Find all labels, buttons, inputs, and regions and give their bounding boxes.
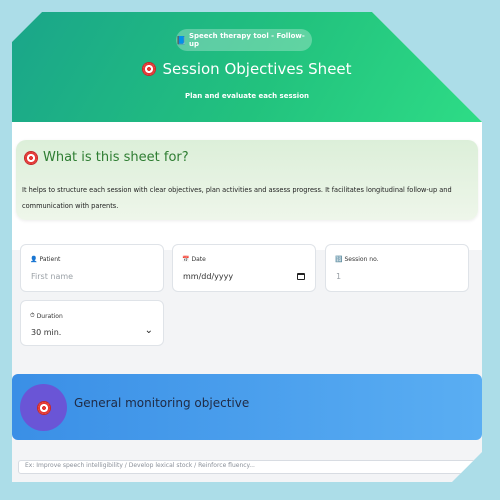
session-field[interactable]: 🔢 Session no. 1: [325, 244, 469, 292]
calendar-icon: 📅: [182, 256, 190, 263]
info-box: What is this sheet for? It helps to stru…: [16, 140, 478, 220]
target-icon: [36, 400, 51, 415]
duration-field[interactable]: ⏱ Duration 30 min. ⌄: [20, 300, 164, 346]
date-label: 📅 Date: [182, 256, 206, 263]
info-title-text: What is this sheet for?: [43, 150, 189, 165]
info-title: What is this sheet for?: [24, 150, 189, 165]
session-input[interactable]: 1: [336, 272, 341, 281]
session-label: 🔢 Session no.: [335, 256, 379, 263]
target-icon: [142, 62, 157, 76]
date-field[interactable]: 📅 Date mm/dd/yyyy: [172, 244, 316, 292]
target-icon: [24, 150, 38, 165]
duration-select[interactable]: 30 min.: [31, 328, 61, 337]
book-icon: 📘: [176, 35, 186, 45]
grid-icon: 🔢: [335, 256, 343, 263]
date-input[interactable]: mm/dd/yyyy: [183, 272, 233, 281]
session-label-text: Session no.: [344, 256, 379, 263]
patient-label-text: Patient: [39, 256, 61, 263]
duration-label: ⏱ Duration: [30, 312, 63, 320]
info-description: It helps to structure each session with …: [22, 186, 452, 210]
patient-field[interactable]: 👤 Patient First name: [20, 244, 164, 292]
objective-icon-badge: [20, 384, 67, 431]
tool-badge: 📘 Speech therapy tool - Follow-up: [176, 29, 312, 51]
duration-label-text: Duration: [36, 312, 63, 320]
tool-badge-label: Speech therapy tool - Follow-up: [188, 32, 305, 48]
page-title-text: Session Objectives Sheet: [162, 60, 352, 78]
clock-icon: ⏱: [30, 312, 35, 319]
date-label-text: Date: [191, 256, 206, 263]
objective-textarea[interactable]: Ex: Improve speech intelligibility / Dev…: [18, 460, 480, 474]
page-subtitle: Plan and evaluate each session: [185, 92, 309, 100]
patient-input[interactable]: First name: [31, 272, 73, 281]
page-title: Session Objectives Sheet: [12, 60, 482, 78]
header: 📘 Speech therapy tool - Follow-up Sessio…: [12, 12, 482, 122]
objective-section-title: General monitoring objective: [74, 396, 250, 410]
patient-label: 👤 Patient: [30, 256, 60, 263]
chevron-down-icon[interactable]: ⌄: [145, 325, 153, 336]
session-card: 📘 Speech therapy tool - Follow-up Sessio…: [12, 12, 482, 482]
calendar-picker-icon[interactable]: [297, 273, 305, 280]
person-icon: 👤: [30, 256, 38, 263]
objective-section-header: General monitoring objective: [12, 374, 482, 440]
